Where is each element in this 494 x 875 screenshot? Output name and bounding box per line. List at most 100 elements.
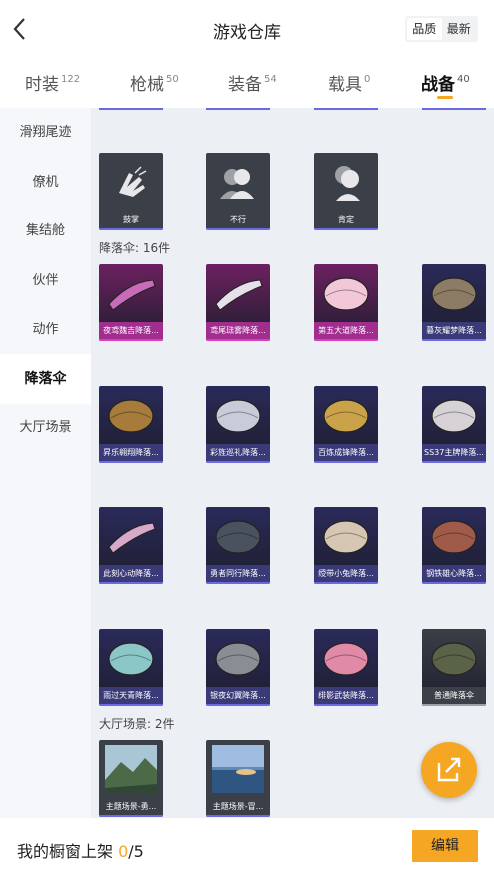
parachute-card[interactable]: 暮灰耀梦降落...	[422, 264, 486, 341]
tab-count: 54	[264, 74, 277, 85]
clap-hands-icon	[119, 166, 147, 197]
tab-label: 载具	[328, 75, 362, 95]
active-tab-indicator	[437, 96, 453, 99]
share-icon	[437, 757, 461, 782]
head-shake-icon	[220, 169, 254, 199]
tab-label: 装备	[228, 75, 262, 95]
parachute-icon	[108, 279, 156, 311]
card-rarity-bar	[422, 108, 486, 110]
tab-equipment[interactable]: 装备 54	[228, 70, 277, 95]
emote-card[interactable]: 不行	[206, 153, 270, 230]
parachute-card[interactable]: 彩旌巡礼降落...	[206, 386, 270, 463]
card-rarity-bar	[422, 461, 486, 463]
tab-fashion[interactable]: 时装 122	[25, 70, 80, 95]
tab-gear[interactable]: 战备 40	[421, 70, 470, 95]
parachute-icon	[323, 399, 369, 433]
emote-card[interactable]: 鼓掌	[99, 153, 163, 230]
emote-card[interactable]: 肯定	[314, 153, 378, 230]
tab-label: 枪械	[130, 75, 164, 95]
parachute-card[interactable]: 绶带小兔降落...	[314, 507, 378, 584]
sidebar-item-parachute[interactable]: 降落伞	[0, 354, 91, 404]
tab-count: 50	[166, 74, 179, 85]
card-rarity-bar	[206, 704, 270, 706]
card-rarity-bar	[99, 582, 163, 584]
category-tabs: 时装 122 枪械 50 装备 54 载具 0 战备 40	[0, 60, 494, 108]
card-rarity-bar	[206, 461, 270, 463]
parachute-card[interactable]: 夜鸢魏吉降落...	[99, 264, 163, 341]
sort-quality-button[interactable]: 品质	[407, 18, 442, 40]
sidebar-item-companion[interactable]: 伙伴	[0, 266, 91, 296]
sort-toggle: 品质 最新	[405, 16, 478, 42]
parachute-icon	[108, 642, 154, 676]
lobby-label: 主题场景-冒...	[206, 798, 270, 815]
nod-icon	[335, 166, 360, 201]
emote-label: 肯定	[314, 211, 378, 228]
parachute-label: 绶带小兔降落...	[314, 565, 378, 582]
parachute-icon	[108, 522, 156, 554]
parachute-card[interactable]: 百炼成锋降落...	[314, 386, 378, 463]
header: 游戏仓库 品质 最新	[0, 0, 494, 58]
parachute-label: 普通降落伞	[422, 687, 486, 704]
parachute-card[interactable]: 第五大道降落...	[314, 264, 378, 341]
card-rarity-bar	[206, 108, 270, 110]
card-rarity-bar	[206, 339, 270, 341]
card-rarity-bar	[314, 339, 378, 341]
tab-vehicles[interactable]: 载具 0	[328, 70, 370, 95]
parachute-icon	[215, 279, 263, 311]
sea-scene-image	[212, 745, 264, 793]
card-rarity-bar	[99, 339, 163, 341]
tab-count: 0	[364, 74, 371, 85]
parachute-label: 昇乐翱翔降落...	[99, 444, 163, 461]
parachute-label: 暮灰耀梦降落...	[422, 322, 486, 339]
tab-count: 122	[61, 74, 81, 85]
card-rarity-bar	[99, 815, 163, 817]
sidebar: 滑翔尾迹 僚机 集结舱 伙伴 动作 降落伞 大厅场景	[0, 108, 91, 818]
parachute-card[interactable]: 雨过天青降落...	[99, 629, 163, 706]
parachute-label: 绯影武装降落...	[314, 687, 378, 704]
card-rarity-bar	[99, 704, 163, 706]
sidebar-item-lobby-scene[interactable]: 大厅场景	[0, 413, 91, 443]
parachute-icon	[108, 399, 154, 433]
parachute-icon	[215, 520, 261, 554]
lobby-card[interactable]: 主题场景-冒...	[206, 740, 270, 817]
parachute-label: 鸢尾琺雾降落...	[206, 322, 270, 339]
lobby-label: 主题场景-勇...	[99, 798, 163, 815]
card-rarity-bar	[422, 339, 486, 341]
sort-newest-button[interactable]: 最新	[442, 18, 477, 40]
parachute-card[interactable]: 昇乐翱翔降落...	[99, 386, 163, 463]
parachute-label: 银夜幻翼降落...	[206, 687, 270, 704]
sidebar-item-wingman[interactable]: 僚机	[0, 168, 91, 198]
parachute-icon	[215, 642, 261, 676]
card-rarity-bar	[99, 228, 163, 230]
parachute-card[interactable]: 钢铁雄心降落...	[422, 507, 486, 584]
parachute-card[interactable]: SS37主牌降落...	[422, 386, 486, 463]
parachute-card[interactable]: 绯影武装降落...	[314, 629, 378, 706]
parachute-card[interactable]: 此刻心动降落...	[99, 507, 163, 584]
showcase-total: /5	[128, 842, 144, 861]
mountain-scene-image	[105, 745, 157, 793]
card-rarity-bar	[314, 108, 378, 110]
card-rarity-bar	[206, 815, 270, 817]
edit-button[interactable]: 编辑	[412, 830, 478, 862]
card-rarity-bar	[99, 461, 163, 463]
parachute-icon	[215, 399, 261, 433]
parachute-label: 勇者同行降落...	[206, 565, 270, 582]
showcase-count: 0	[118, 842, 129, 861]
lobby-card[interactable]: 主题场景-勇...	[99, 740, 163, 817]
showcase-status: 我的橱窗上架 0/5	[17, 838, 144, 862]
parachute-card[interactable]: 鸢尾琺雾降落...	[206, 264, 270, 341]
tab-weapons[interactable]: 枪械 50	[130, 70, 179, 95]
card-rarity-bar	[314, 704, 378, 706]
parachute-icon	[431, 399, 477, 433]
tab-label: 时装	[25, 75, 59, 95]
parachute-card[interactable]: 勇者同行降落...	[206, 507, 270, 584]
parachute-label: 第五大道降落...	[314, 322, 378, 339]
sidebar-item-emote[interactable]: 动作	[0, 315, 91, 345]
parachute-icon	[323, 277, 369, 311]
share-button[interactable]	[421, 742, 477, 798]
card-rarity-bar	[314, 582, 378, 584]
sidebar-item-capsule[interactable]: 集结舱	[0, 216, 91, 246]
parachute-card[interactable]: 普通降落伞	[422, 629, 486, 706]
parachute-card[interactable]: 银夜幻翼降落...	[206, 629, 270, 706]
sidebar-item-glide-trail[interactable]: 滑翔尾迹	[0, 118, 91, 148]
